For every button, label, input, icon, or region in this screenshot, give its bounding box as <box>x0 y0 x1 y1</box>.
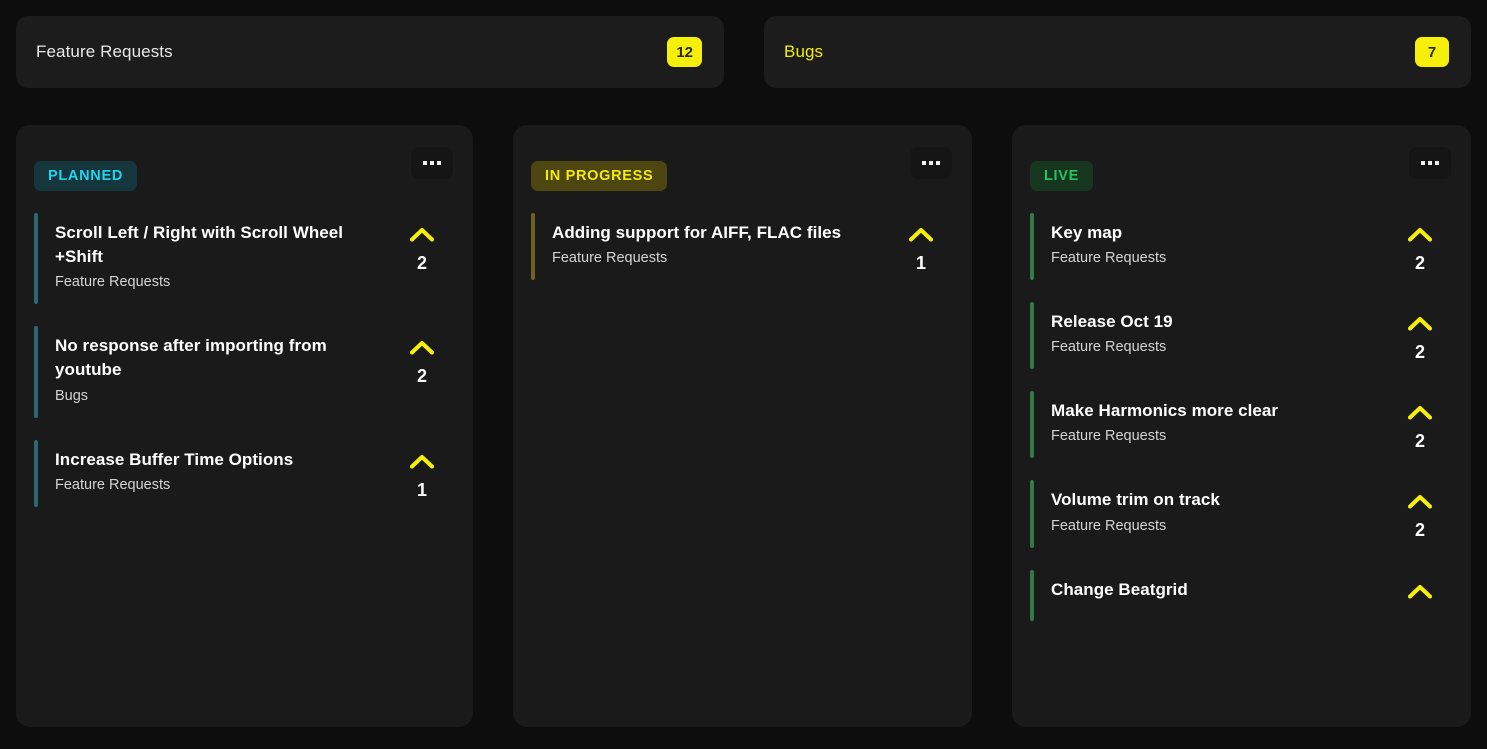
ellipsis-icon[interactable] <box>411 147 453 179</box>
card-body: Increase Buffer Time Options Feature Req… <box>38 440 391 507</box>
vote-count: 2 <box>1414 431 1425 452</box>
upvote-control[interactable]: 2 <box>1389 302 1451 363</box>
chevron-up-icon <box>909 228 933 242</box>
chevron-up-icon <box>410 228 434 242</box>
card-list: Adding support for AIFF, FLAC files Feat… <box>531 213 952 281</box>
vote-count: 2 <box>1414 520 1425 541</box>
card-title: Volume trim on track <box>1051 490 1220 510</box>
upvote-control[interactable]: 2 <box>391 326 453 387</box>
list-item[interactable]: Key map Feature Requests 2 <box>1030 213 1451 281</box>
status-badge-live: LIVE <box>1030 161 1094 191</box>
card-title: Increase Buffer Time Options <box>55 449 294 469</box>
upvote-control[interactable]: 2 <box>1389 213 1451 274</box>
ellipsis-icon[interactable] <box>910 147 952 179</box>
card-body: Change Beatgrid <box>1034 570 1389 621</box>
card-category: Feature Requests <box>55 274 171 291</box>
board-column-planned: PLANNED Scroll Left / Right with Scroll … <box>16 125 473 727</box>
chevron-up-icon <box>1408 495 1432 509</box>
chevron-up-icon <box>410 454 434 468</box>
vote-count: 2 <box>1414 253 1425 273</box>
vote-count: 1 <box>416 479 427 500</box>
category-title: Bugs <box>784 42 824 61</box>
card-category: Feature Requests <box>1051 517 1167 534</box>
status-badge-planned: PLANNED <box>34 161 137 191</box>
card-title: Adding support for AIFF, FLAC files <box>552 223 842 242</box>
category-count-badge: 7 <box>1415 37 1449 67</box>
chevron-up-icon <box>1408 584 1432 598</box>
column-header: IN PROGRESS <box>531 147 952 199</box>
card-title: Release Oct 19 <box>1051 312 1173 332</box>
card-body: Scroll Left / Right with Scroll Wheel +S… <box>38 213 391 304</box>
card-category: Bugs <box>55 387 89 404</box>
list-item[interactable]: Adding support for AIFF, FLAC files Feat… <box>531 213 952 281</box>
card-body: Key map Feature Requests <box>1034 213 1389 280</box>
list-item[interactable]: Change Beatgrid <box>1030 569 1451 621</box>
card-category: Feature Requests <box>1051 428 1167 445</box>
list-item[interactable]: No response after importing from youtube… <box>34 326 453 418</box>
chevron-up-icon <box>1408 317 1432 331</box>
column-header: PLANNED <box>34 147 453 199</box>
card-title: Scroll Left / Right with Scroll Wheel +S… <box>55 223 344 267</box>
upvote-control[interactable]: 1 <box>391 440 453 501</box>
chevron-up-icon <box>1408 228 1432 242</box>
upvote-control[interactable]: 1 <box>890 213 952 274</box>
card-category: Feature Requests <box>1051 250 1167 267</box>
card-title: No response after importing from youtube <box>55 336 327 380</box>
status-badge-in-progress: IN PROGRESS <box>531 161 668 191</box>
category-title: Feature Requests <box>36 42 173 61</box>
card-body: Make Harmonics more clear Feature Reques… <box>1034 391 1389 458</box>
board-column-live: LIVE Key map Feature Requests 2 Release … <box>1012 125 1471 727</box>
upvote-control[interactable]: 2 <box>391 213 453 274</box>
card-category: Feature Requests <box>1051 339 1167 356</box>
card-list: Scroll Left / Right with Scroll Wheel +S… <box>34 213 453 507</box>
list-item[interactable]: Make Harmonics more clear Feature Reques… <box>1030 391 1451 459</box>
category-card-feature-requests[interactable]: Feature Requests 12 <box>16 16 724 88</box>
ellipsis-icon[interactable] <box>1409 147 1451 179</box>
category-card-bugs[interactable]: Bugs 7 <box>764 16 1471 88</box>
list-item[interactable]: Scroll Left / Right with Scroll Wheel +S… <box>34 213 453 305</box>
column-header: LIVE <box>1030 147 1451 199</box>
vote-count: 2 <box>416 253 427 273</box>
kanban-board: PLANNED Scroll Left / Right with Scroll … <box>0 105 1487 727</box>
card-category: Feature Requests <box>55 476 171 493</box>
roadmap-board-page: Feature Requests 12 Bugs 7 PLANNED Scrol… <box>0 0 1487 749</box>
vote-count: 1 <box>915 253 926 273</box>
card-body: Release Oct 19 Feature Requests <box>1034 302 1389 369</box>
card-category: Feature Requests <box>552 250 668 267</box>
card-body: Adding support for AIFF, FLAC files Feat… <box>535 213 890 280</box>
chevron-up-icon <box>410 341 434 355</box>
list-item[interactable]: Release Oct 19 Feature Requests 2 <box>1030 302 1451 370</box>
category-header-row: Feature Requests 12 Bugs 7 <box>0 0 1487 105</box>
category-count-badge: 12 <box>667 37 702 67</box>
card-body: Volume trim on track Feature Requests <box>1034 480 1389 547</box>
list-item[interactable]: Volume trim on track Feature Requests 2 <box>1030 480 1451 548</box>
card-title: Change Beatgrid <box>1051 579 1188 599</box>
chevron-up-icon <box>1408 406 1432 420</box>
upvote-control[interactable] <box>1389 570 1451 610</box>
vote-count: 2 <box>1414 342 1425 363</box>
card-list: Key map Feature Requests 2 Release Oct 1… <box>1030 213 1451 621</box>
upvote-control[interactable]: 2 <box>1389 480 1451 541</box>
vote-count: 2 <box>416 366 427 387</box>
card-title: Key map <box>1051 223 1123 242</box>
list-item[interactable]: Increase Buffer Time Options Feature Req… <box>34 439 453 507</box>
upvote-control[interactable]: 2 <box>1389 391 1451 452</box>
board-column-in-progress: IN PROGRESS Adding support for AIFF, FLA… <box>513 125 972 727</box>
card-title: Make Harmonics more clear <box>1051 401 1279 421</box>
card-body: No response after importing from youtube… <box>38 326 391 417</box>
